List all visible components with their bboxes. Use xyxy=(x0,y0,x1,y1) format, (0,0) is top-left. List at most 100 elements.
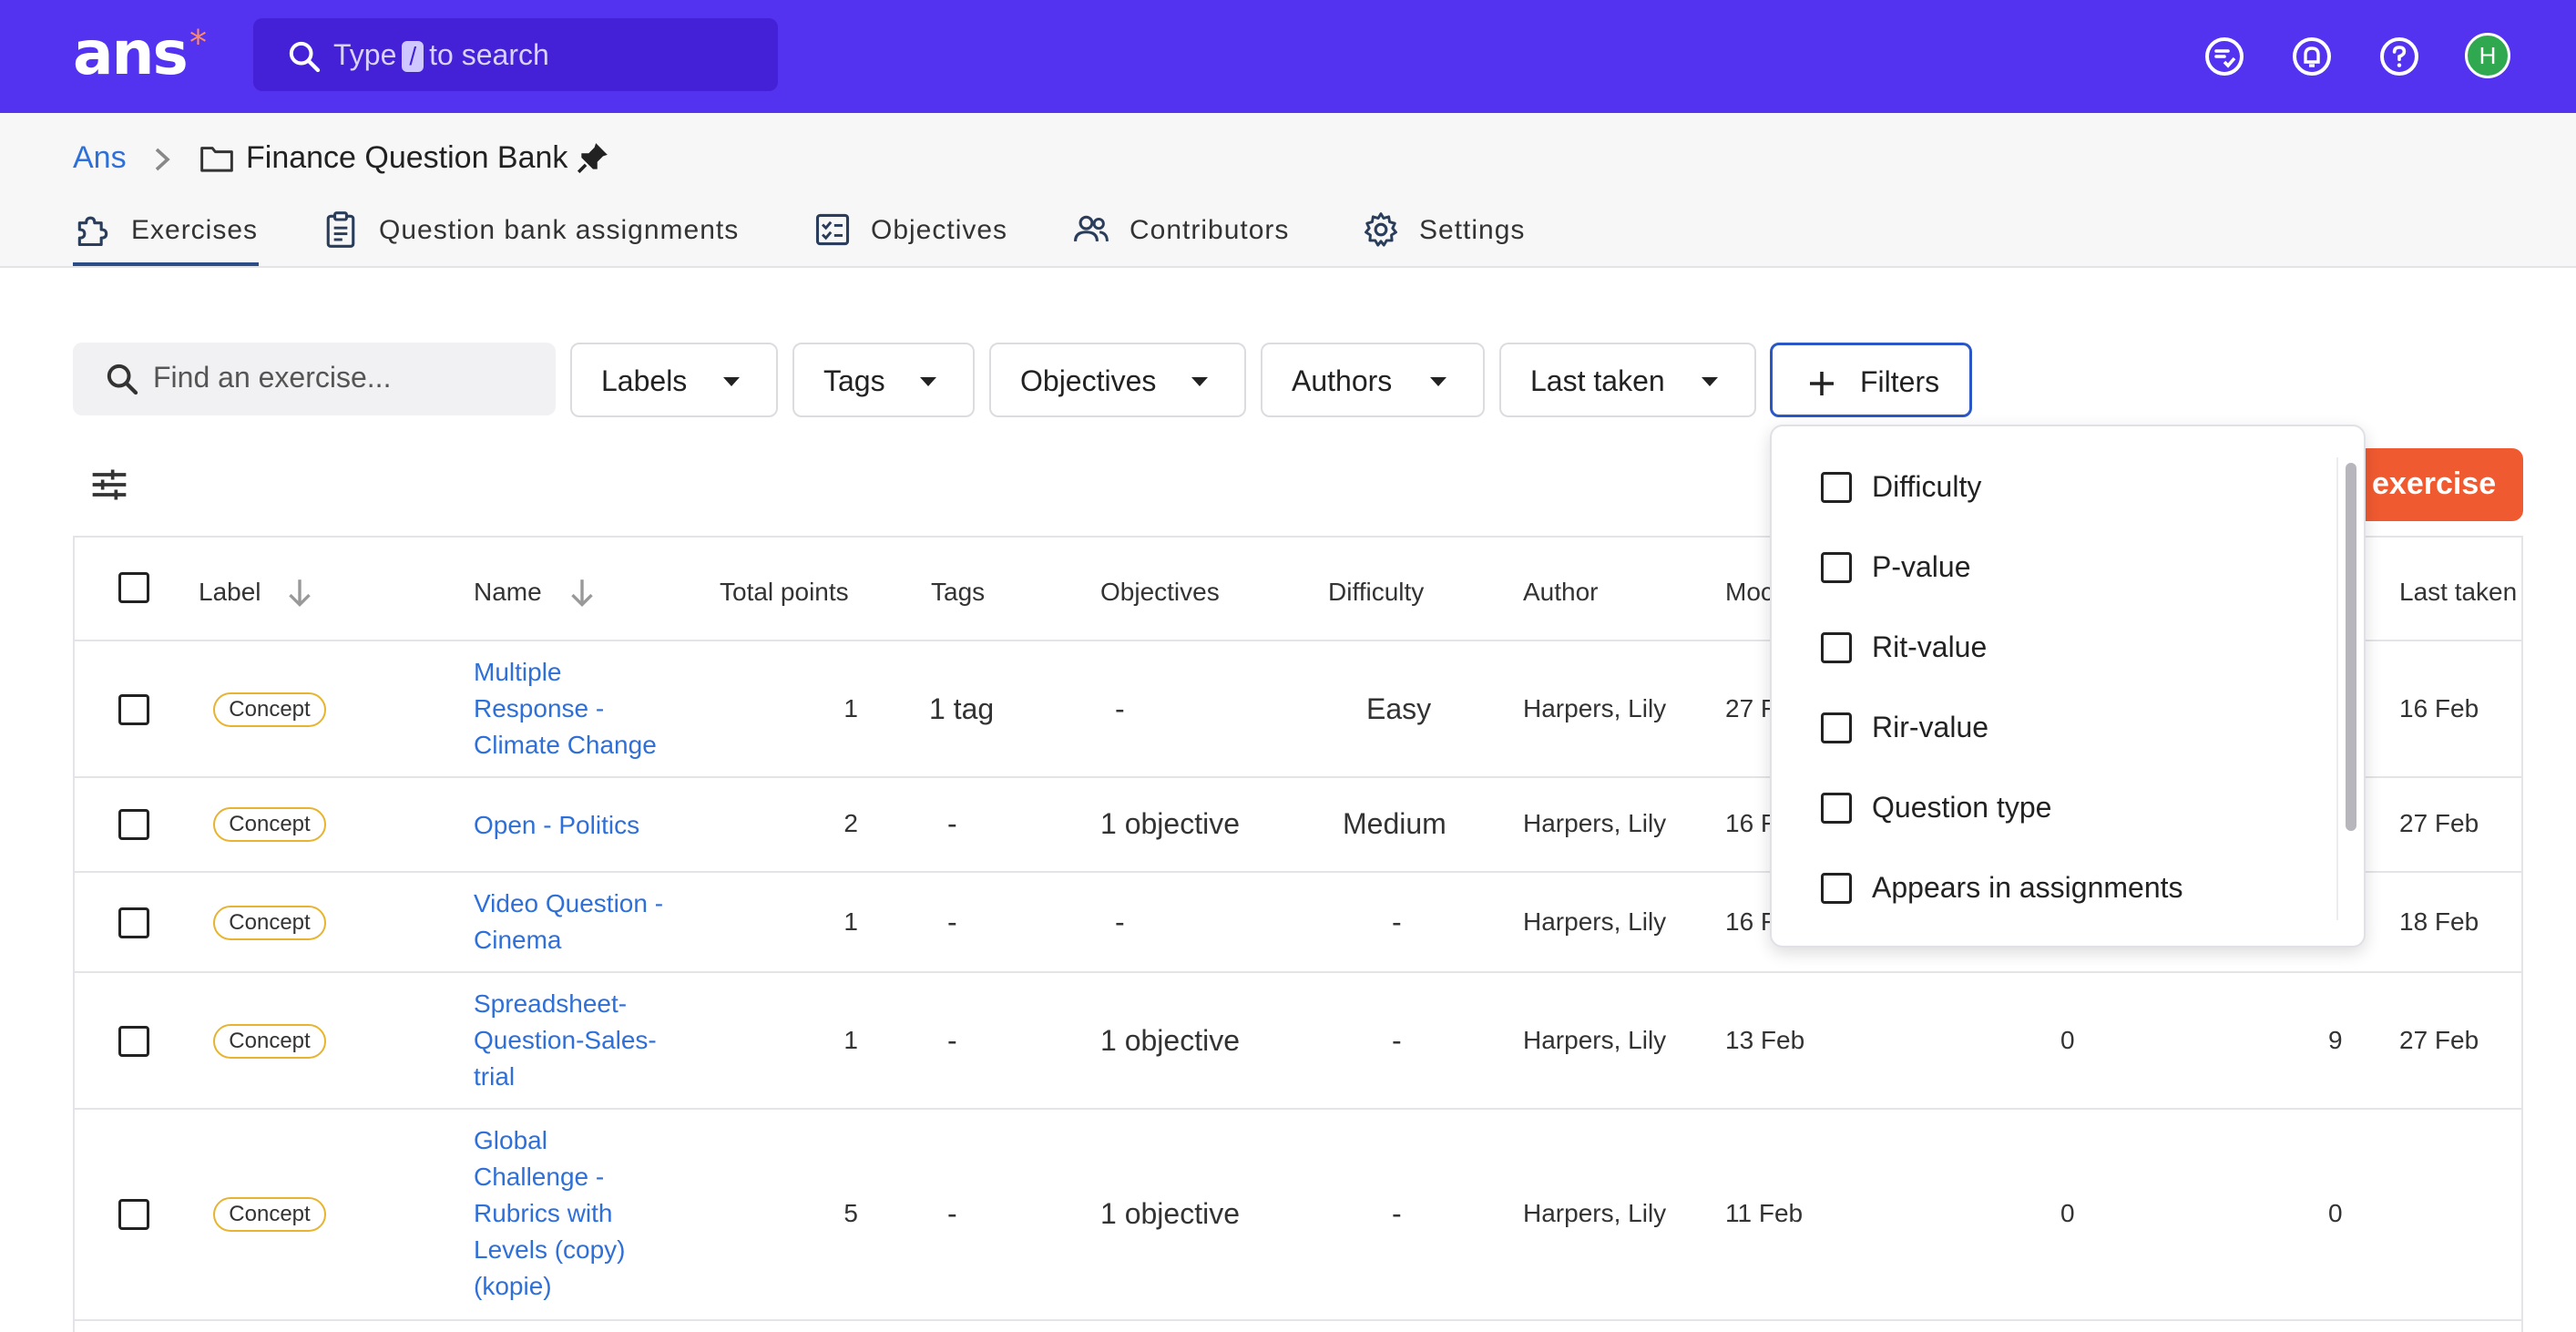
total-points: 1 xyxy=(843,1026,858,1054)
header-name[interactable]: Name xyxy=(474,578,593,608)
objectives-cell[interactable]: 1 objective xyxy=(1100,1197,1240,1231)
tab-objectives[interactable]: Objectives xyxy=(813,210,1015,266)
exercise-name-link[interactable]: Global Challenge - Rubrics with Levels (… xyxy=(474,1122,656,1305)
modified-cell: 27 F xyxy=(1725,694,1777,722)
tags-cell: - xyxy=(947,1197,957,1230)
exercise-name-link[interactable]: Multiple Response - Climate Change xyxy=(474,654,683,763)
author-cell: Harpers, Lily xyxy=(1523,1199,1667,1227)
ans-logo[interactable]: ans * xyxy=(73,22,207,86)
modified-cell: 16 F xyxy=(1725,907,1777,936)
stat-cell-b: 0 xyxy=(2328,1199,2343,1227)
header-objectives[interactable]: Objectives xyxy=(1100,578,1220,607)
modified-cell: 13 Feb xyxy=(1725,1026,1805,1054)
exercise-search-input[interactable]: Find an exercise... xyxy=(73,343,556,415)
tab-exercises[interactable]: Exercises xyxy=(73,210,259,266)
tags-cell: - xyxy=(947,807,957,840)
shortcut-key: / xyxy=(402,41,424,72)
authors-filter-button[interactable]: Authors xyxy=(1261,343,1485,417)
exercise-name-link[interactable]: Open - Politics xyxy=(474,807,683,844)
filter-checkbox[interactable] xyxy=(1821,873,1852,904)
total-points: 5 xyxy=(843,1199,858,1227)
sort-down-icon xyxy=(289,579,311,608)
header-last-taken[interactable]: Last taken xyxy=(2399,578,2517,607)
checklist-icon xyxy=(815,213,850,246)
select-all-checkbox[interactable] xyxy=(118,572,149,603)
label-badge: Concept xyxy=(213,1024,326,1059)
exercise-name-link[interactable]: Video Question - Cinema xyxy=(474,886,683,958)
header-modified[interactable]: Moc xyxy=(1725,578,1774,607)
page-title: Finance Question Bank xyxy=(246,140,568,175)
objectives-cell: - xyxy=(1115,906,1125,938)
tab-contributors[interactable]: Contributors xyxy=(1071,210,1301,266)
tags-filter-button[interactable]: Tags xyxy=(792,343,975,417)
header-tags[interactable]: Tags xyxy=(931,578,985,607)
row-checkbox[interactable] xyxy=(118,907,149,938)
modified-cell: 16 F xyxy=(1725,809,1777,837)
stat-cell-a: 0 xyxy=(2060,1199,2075,1227)
caret-down-icon xyxy=(1430,377,1446,386)
dropdown-scrollbar-thumb[interactable] xyxy=(2346,463,2356,831)
tab-settings[interactable]: Settings xyxy=(1361,210,1534,266)
modified-cell: 11 Feb xyxy=(1725,1199,1804,1227)
total-points: 2 xyxy=(843,809,858,837)
label-badge: Concept xyxy=(213,807,326,842)
filter-checkbox[interactable] xyxy=(1821,472,1852,503)
filter-checkbox[interactable] xyxy=(1821,712,1852,743)
row-checkbox[interactable] xyxy=(118,809,149,840)
table-row[interactable]: Concept Spreadsheet-Question-Sales-trial… xyxy=(75,971,2523,1108)
search-icon xyxy=(289,41,321,73)
table-row[interactable]: Concept Global Challenge - Rubrics with … xyxy=(75,1108,2523,1319)
search-icon xyxy=(107,364,138,395)
header-label[interactable]: Label xyxy=(199,578,311,608)
objectives-cell[interactable]: 1 objective xyxy=(1100,807,1240,841)
author-cell: Harpers, Lily xyxy=(1523,694,1667,722)
header-difficulty[interactable]: Difficulty xyxy=(1328,578,1424,607)
puzzle-icon xyxy=(77,216,108,247)
header-author[interactable]: Author xyxy=(1523,578,1599,607)
header-total-points[interactable]: Total points xyxy=(720,578,849,607)
last-taken-filter-button[interactable]: Last taken xyxy=(1499,343,1756,417)
filter-checkbox[interactable] xyxy=(1821,552,1852,583)
user-avatar[interactable]: H xyxy=(2465,33,2510,78)
filter-checkbox[interactable] xyxy=(1821,632,1852,663)
pin-icon[interactable] xyxy=(576,140,610,175)
caret-down-icon xyxy=(920,377,936,386)
row-checkbox[interactable] xyxy=(118,694,149,725)
filters-dropdown-menu: Difficulty P-value Rit-value Rir-value Q… xyxy=(1770,425,2366,948)
author-cell: Harpers, Lily xyxy=(1523,809,1667,837)
difficulty-cell: - xyxy=(1392,1197,1402,1230)
table-row xyxy=(75,1319,2523,1332)
clipboard-icon xyxy=(326,211,355,248)
add-filters-button[interactable]: Filters xyxy=(1770,343,1972,417)
last-taken-cell: 18 Feb xyxy=(2399,907,2479,936)
label-badge: Concept xyxy=(213,1197,326,1232)
exercise-name-link[interactable]: Spreadsheet-Question-Sales-trial xyxy=(474,986,683,1095)
objectives-cell[interactable]: 1 objective xyxy=(1100,1024,1240,1058)
breadcrumb-root-link[interactable]: Ans xyxy=(73,140,127,176)
row-checkbox[interactable] xyxy=(118,1199,149,1230)
help-icon[interactable] xyxy=(2377,35,2421,78)
new-exercise-button[interactable]: exercise xyxy=(2350,448,2523,521)
difficulty-cell: Medium xyxy=(1343,807,1446,840)
global-search[interactable]: Type / to search xyxy=(253,18,778,91)
chevron-right-icon xyxy=(155,148,170,171)
tags-cell: - xyxy=(947,906,957,938)
labels-filter-button[interactable]: Labels xyxy=(570,343,778,417)
sort-down-icon xyxy=(571,579,593,608)
filter-checkbox[interactable] xyxy=(1821,793,1852,824)
last-taken-cell: 27 Feb xyxy=(2399,1026,2479,1054)
top-bar: ans * Type / to search H xyxy=(0,0,2576,113)
objectives-filter-button[interactable]: Objectives xyxy=(989,343,1246,417)
column-settings-icon[interactable] xyxy=(89,465,129,505)
row-checkbox[interactable] xyxy=(118,1026,149,1057)
stat-cell-a: 0 xyxy=(2060,1026,2075,1054)
total-points: 1 xyxy=(843,694,858,722)
plus-icon xyxy=(1810,372,1834,395)
tags-cell[interactable]: 1 tag xyxy=(929,692,994,726)
difficulty-cell: Easy xyxy=(1366,692,1432,725)
label-badge: Concept xyxy=(213,692,326,727)
feedback-icon[interactable] xyxy=(2203,35,2246,78)
notification-bell-icon[interactable] xyxy=(2290,35,2334,78)
tab-question-bank-assignments[interactable]: Question bank assignments xyxy=(321,210,754,266)
people-icon xyxy=(1074,215,1109,241)
